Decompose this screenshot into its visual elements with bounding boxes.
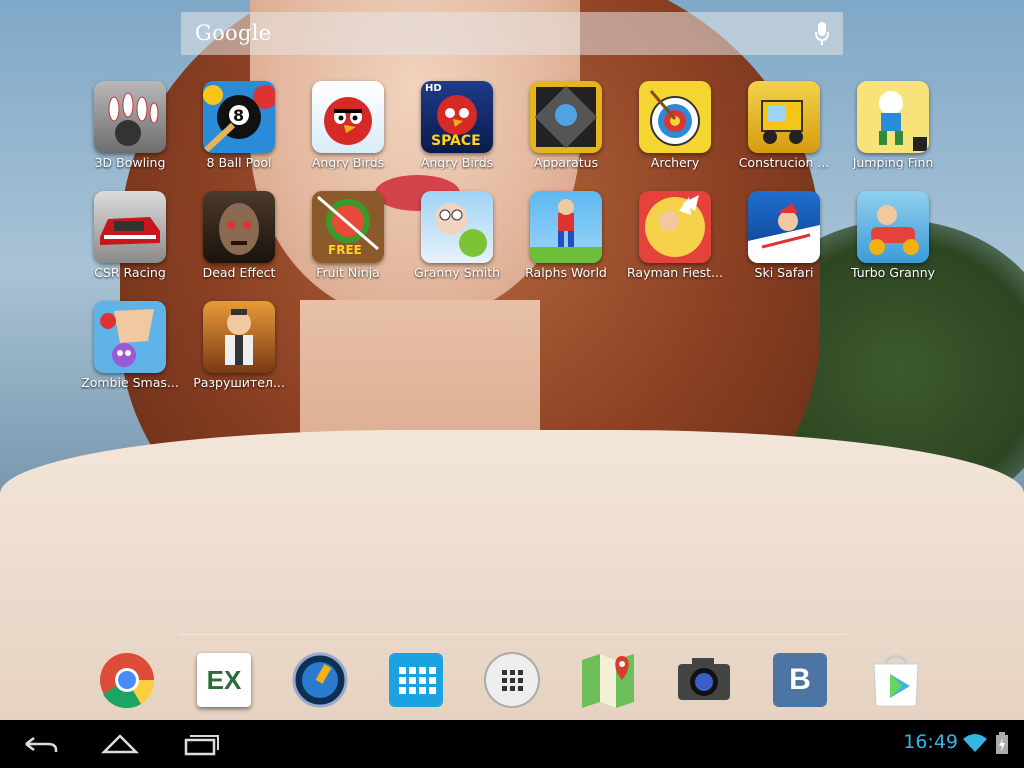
recent-apps-icon[interactable] [178, 730, 222, 758]
app-angry-birds[interactable]: Angry Birds [294, 81, 402, 170]
pool-ball-icon: 8 [203, 81, 275, 153]
app-label: Ski Safari [754, 265, 814, 280]
app-label: Ralphs World [525, 265, 607, 280]
archery-target-icon [639, 81, 711, 153]
app-label: CSR Racing [94, 265, 166, 280]
clock[interactable]: 16:49 [903, 731, 958, 753]
app-ski-safari[interactable]: Ski Safari [730, 191, 838, 280]
app-3d-bowling[interactable]: 3D Bowling [76, 81, 184, 170]
apparatus-icon [530, 81, 602, 153]
fruit-ninja-icon: FREE [312, 191, 384, 263]
app-label: 3D Bowling [94, 155, 166, 170]
google-search-bar[interactable]: Google [181, 12, 843, 55]
app-construcion[interactable]: Construcion ... [730, 81, 838, 170]
ex-file-explorer-icon[interactable]: EX [194, 650, 254, 710]
navigation-bar: 16:49 [0, 720, 1024, 768]
app-label: Dead Effect [202, 265, 276, 280]
app-turbo-granny[interactable]: Turbo Granny [839, 191, 947, 280]
app-csr-racing[interactable]: CSR Racing [76, 191, 184, 280]
app-fruit-ninja[interactable]: FREE Fruit Ninja [294, 191, 402, 280]
app-label: Разрушител... [193, 375, 285, 390]
dead-effect-icon [203, 191, 275, 263]
google-logo: Google [195, 21, 272, 45]
zombie-smasher-icon [94, 301, 166, 373]
app-zombie-smasher[interactable]: Zombie Smas... [76, 301, 184, 390]
rayman-icon [639, 191, 711, 263]
csr-racing-icon [94, 191, 166, 263]
app-label: 8 Ball Pool [206, 155, 272, 170]
maps-icon[interactable] [578, 650, 638, 710]
app-label: Granny Smith [413, 265, 501, 280]
app-ralphs-world[interactable]: Ralphs World [512, 191, 620, 280]
app-archery[interactable]: Archery [621, 81, 729, 170]
app-angry-birds-space[interactable]: HD SPACE Angry Birds [403, 81, 511, 170]
angry-birds-icon [312, 81, 384, 153]
app-jumping-finn[interactable]: Jumping Finn [839, 81, 947, 170]
app-label: Angry Birds [420, 155, 494, 170]
app-destroyer[interactable]: Разрушител... [185, 301, 293, 390]
app-granny-smith[interactable]: Granny Smith [403, 191, 511, 280]
app-label: Turbo Granny [850, 265, 936, 280]
granny-smith-icon [421, 191, 493, 263]
app-rayman-fiesta[interactable]: Rayman Fiest... [621, 191, 729, 280]
app-8-ball-pool[interactable]: 8 8 Ball Pool [185, 81, 293, 170]
app-label: Fruit Ninja [316, 265, 380, 280]
app-label: Apparatus [533, 155, 599, 170]
chrome-icon[interactable] [97, 650, 157, 710]
cleaner-icon[interactable] [290, 650, 350, 710]
ralphs-world-icon [530, 191, 602, 263]
app-apparatus[interactable]: Apparatus [512, 81, 620, 170]
home-icon[interactable] [98, 730, 142, 758]
keyboard-icon[interactable] [386, 650, 446, 710]
back-icon[interactable] [18, 730, 62, 758]
app-dead-effect[interactable]: Dead Effect [185, 191, 293, 280]
angry-birds-space-icon: HD SPACE [421, 81, 493, 153]
turbo-granny-icon [857, 191, 929, 263]
app-label: Angry Birds [311, 155, 385, 170]
app-label: Zombie Smas... [81, 375, 179, 390]
app-label: Jumping Finn [852, 155, 934, 170]
all-apps-icon[interactable] [482, 650, 542, 710]
app-label: Rayman Fiest... [627, 265, 723, 280]
app-label: Archery [650, 155, 700, 170]
forklift-icon [748, 81, 820, 153]
battery-charging-icon [996, 732, 1008, 754]
dock-divider [179, 634, 846, 635]
camera-icon[interactable] [674, 650, 734, 710]
destroyer-icon [203, 301, 275, 373]
play-store-icon[interactable] [866, 650, 926, 710]
app-label: Construcion ... [738, 155, 830, 170]
bowling-icon [94, 81, 166, 153]
jumping-finn-icon [857, 81, 929, 153]
microphone-icon[interactable] [815, 22, 829, 46]
vk-icon[interactable]: B [770, 650, 830, 710]
ski-safari-icon [748, 191, 820, 263]
wifi-icon [963, 734, 987, 752]
